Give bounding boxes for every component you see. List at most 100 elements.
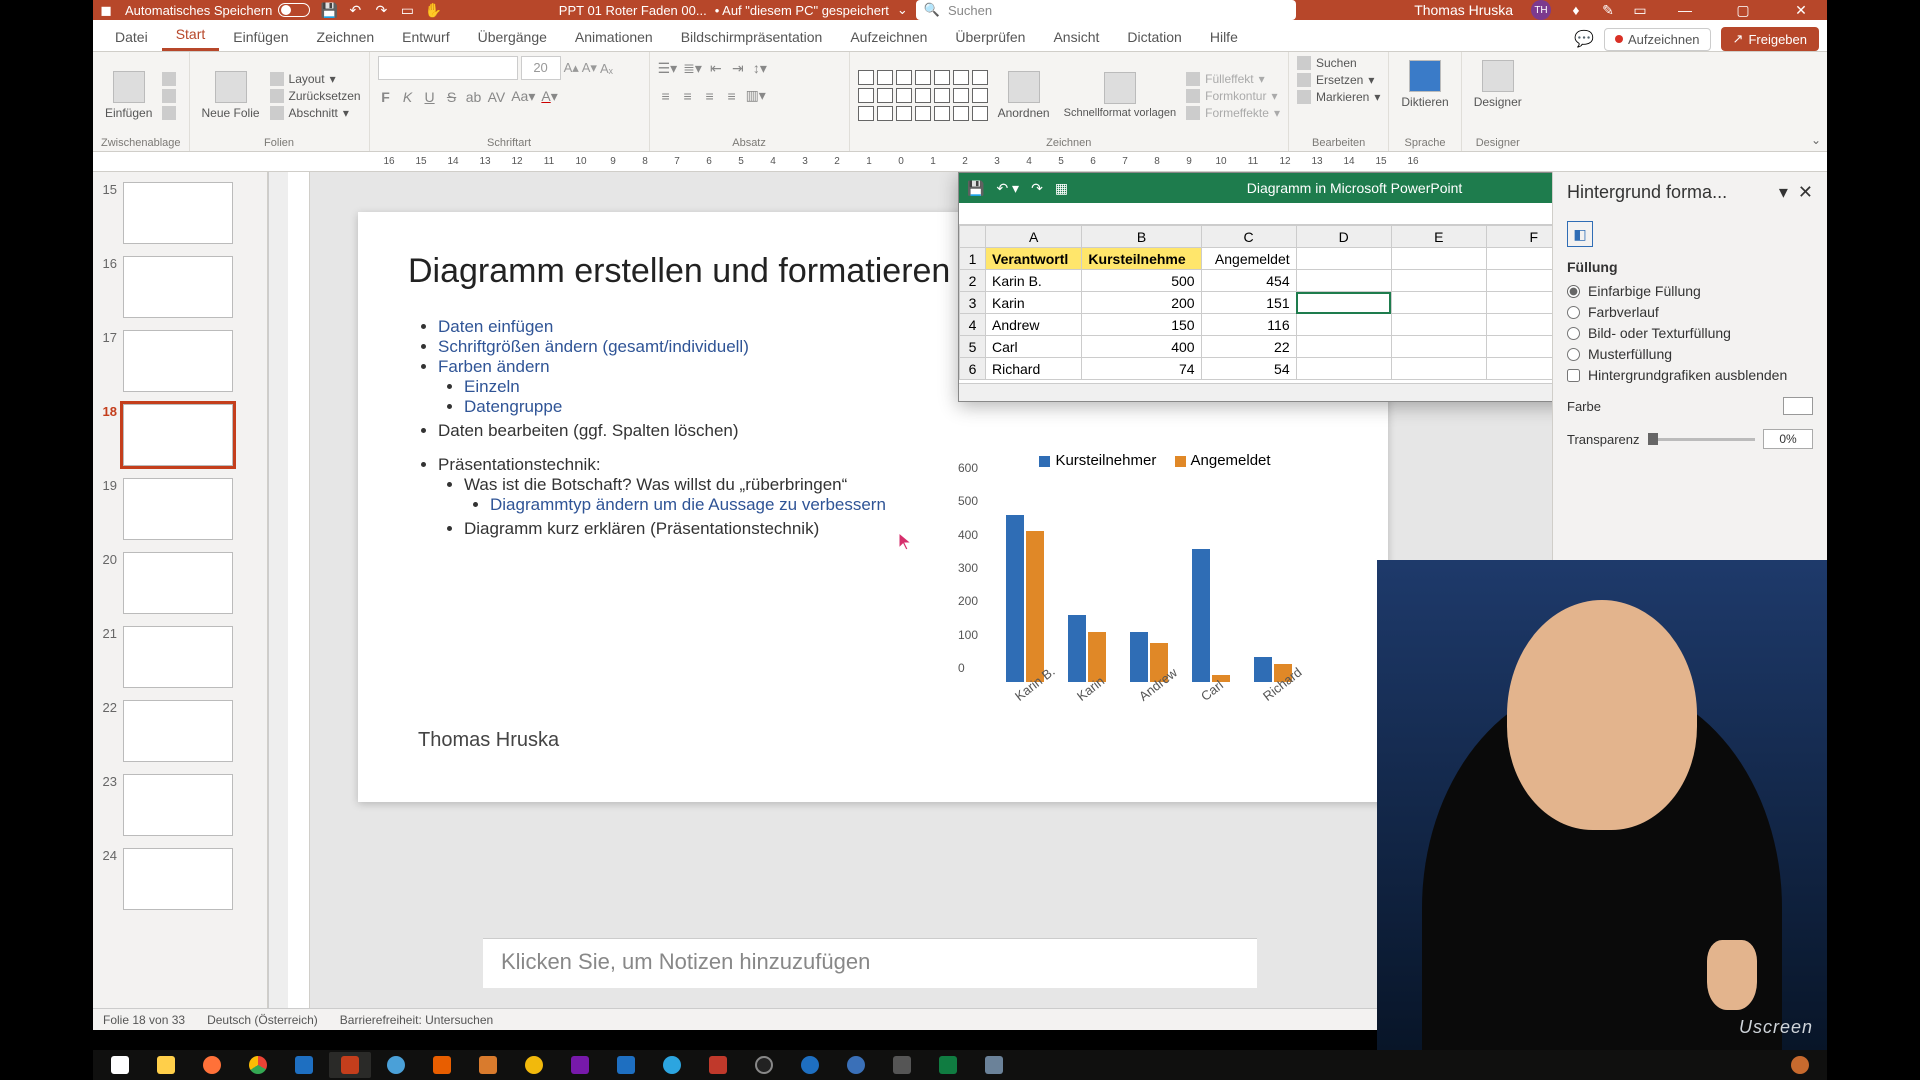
italic-button[interactable]: K — [400, 89, 416, 105]
align-left-button[interactable]: ≡ — [658, 88, 674, 104]
paint-bucket-icon[interactable]: ◧ — [1567, 221, 1593, 247]
vlc-icon[interactable] — [421, 1052, 463, 1078]
shape-effects-button[interactable]: Formeffekte ▾ — [1186, 106, 1280, 120]
tab-ansicht[interactable]: Ansicht — [1039, 23, 1113, 51]
thumb-slide-15[interactable]: 15 — [93, 178, 267, 252]
tab-aufzeichnen[interactable]: Aufzeichnen — [836, 23, 941, 51]
numbering-button[interactable]: ≣▾ — [683, 60, 702, 77]
tab-zeichnen[interactable]: Zeichnen — [303, 23, 389, 51]
minimize-button[interactable]: — — [1665, 0, 1705, 20]
app-icon-1[interactable] — [375, 1052, 417, 1078]
redo-icon[interactable]: ↷ — [374, 3, 388, 17]
indent-inc-button[interactable]: ⇥ — [730, 60, 746, 77]
section-button[interactable]: Abschnitt ▾ — [270, 106, 361, 120]
share-button[interactable]: ↗Freigeben — [1721, 27, 1819, 51]
font-size-input[interactable]: 20 — [521, 56, 561, 80]
present-icon[interactable]: ▭ — [400, 3, 414, 17]
thumb-slide-23[interactable]: 23 — [93, 770, 267, 844]
tab-entwurf[interactable]: Entwurf — [388, 23, 463, 51]
increase-font-icon[interactable]: A▴ — [564, 60, 579, 76]
color-picker[interactable] — [1783, 397, 1813, 415]
dw-hscroll[interactable] — [959, 383, 1552, 401]
tab-hilfe[interactable]: Hilfe — [1196, 23, 1252, 51]
user-name[interactable]: Thomas Hruska — [1414, 2, 1513, 18]
thumb-slide-16[interactable]: 16 — [93, 252, 267, 326]
tab-datei[interactable]: Datei — [101, 23, 162, 51]
touch-icon[interactable]: ✋ — [426, 3, 440, 17]
window-icon[interactable]: ▭ — [1633, 3, 1647, 17]
clear-format-icon[interactable]: Aₓ — [600, 61, 613, 76]
layout-button[interactable]: Layout ▾ — [270, 72, 361, 86]
language-status[interactable]: Deutsch (Österreich) — [207, 1013, 318, 1027]
app-icon-5[interactable] — [835, 1052, 877, 1078]
chrome-icon[interactable] — [237, 1052, 279, 1078]
maximize-button[interactable]: ▢ — [1723, 0, 1763, 20]
cut-button[interactable] — [162, 72, 176, 86]
reset-button[interactable]: Zurücksetzen — [270, 89, 361, 103]
thumb-slide-17[interactable]: 17 — [93, 326, 267, 400]
file-name[interactable]: PPT 01 Roter Faden 00... — [559, 3, 707, 18]
outlook-icon[interactable] — [283, 1052, 325, 1078]
onenote-icon[interactable] — [559, 1052, 601, 1078]
shape-outline-button[interactable]: Formkontur ▾ — [1186, 89, 1280, 103]
tab-animationen[interactable]: Animationen — [561, 23, 667, 51]
undo-icon[interactable]: ↶ — [348, 3, 362, 17]
excel-icon[interactable] — [927, 1052, 969, 1078]
bullets-button[interactable]: ☰▾ — [658, 60, 678, 77]
app-icon-k[interactable] — [697, 1052, 739, 1078]
tray-icon[interactable] — [1779, 1052, 1821, 1078]
replace-button[interactable]: Ersetzen ▾ — [1297, 73, 1380, 87]
notes-pane[interactable]: Klicken Sie, um Notizen hinzuzufügen — [483, 938, 1257, 988]
thumb-scrollbar[interactable] — [268, 172, 288, 1008]
font-color-button[interactable]: A▾ — [541, 88, 557, 105]
powerpoint-icon[interactable] — [329, 1052, 371, 1078]
pane-close-icon[interactable]: ✕ — [1798, 182, 1813, 202]
telegram-icon[interactable] — [651, 1052, 693, 1078]
radio-picture-fill[interactable]: Bild- oder Texturfüllung — [1567, 325, 1813, 341]
pen-icon[interactable]: ✎ — [1601, 3, 1615, 17]
app-icon-6[interactable] — [973, 1052, 1015, 1078]
record-button[interactable]: Aufzeichnen — [1604, 28, 1711, 51]
arrange-button[interactable]: Anordnen — [994, 67, 1054, 124]
copy-button[interactable] — [162, 89, 176, 103]
tab-ueberpruefen[interactable]: Überprüfen — [941, 23, 1039, 51]
align-justify-button[interactable]: ≡ — [724, 88, 740, 104]
columns-button[interactable]: ▥▾ — [746, 87, 766, 104]
case-button[interactable]: Aa▾ — [511, 88, 535, 105]
dw-redo-icon[interactable]: ↷ — [1031, 180, 1043, 197]
app-icon-3[interactable] — [513, 1052, 555, 1078]
paste-button[interactable]: Einfügen — [101, 67, 156, 124]
shape-fill-button[interactable]: Fülleffekt ▾ — [1186, 72, 1280, 86]
search-input[interactable]: 🔍 Suchen — [916, 0, 1296, 20]
radio-solid-fill[interactable]: Einfarbige Füllung — [1567, 283, 1813, 299]
chart[interactable]: Kursteilnehmer Angemeldet 01002003004005… — [948, 452, 1348, 742]
designer-button[interactable]: Designer — [1470, 56, 1526, 113]
obs-icon[interactable] — [743, 1052, 785, 1078]
tab-uebergaenge[interactable]: Übergänge — [464, 23, 561, 51]
tab-start[interactable]: Start — [162, 20, 220, 51]
align-right-button[interactable]: ≡ — [702, 88, 718, 104]
diamond-icon[interactable]: ♦ — [1569, 3, 1583, 17]
thumb-slide-22[interactable]: 22 — [93, 696, 267, 770]
radio-gradient-fill[interactable]: Farbverlauf — [1567, 304, 1813, 320]
chart-data-window[interactable]: 💾 ↶ ▾ ↷ ▦ Diagramm in Microsoft PowerPoi… — [958, 172, 1552, 402]
collapse-ribbon-icon[interactable]: ⌄ — [1811, 133, 1821, 147]
windows-taskbar[interactable] — [93, 1050, 1827, 1080]
bold-button[interactable]: F — [378, 89, 394, 105]
thumb-slide-18[interactable]: 18 — [93, 400, 267, 474]
app-icon-4[interactable] — [789, 1052, 831, 1078]
underline-button[interactable]: U — [422, 89, 438, 105]
decrease-font-icon[interactable]: A▾ — [582, 60, 597, 76]
comments-icon[interactable]: 💬 — [1574, 29, 1594, 49]
dw-formula-bar[interactable] — [959, 203, 1552, 225]
autosave-toggle[interactable]: Automatisches Speichern — [125, 3, 310, 18]
thumb-slide-19[interactable]: 19 — [93, 474, 267, 548]
chevron-down-icon[interactable]: ⌄ — [897, 2, 908, 18]
shapes-gallery[interactable] — [858, 70, 988, 121]
font-name-input[interactable] — [378, 56, 518, 80]
find-button[interactable]: Suchen — [1297, 56, 1380, 70]
settings-icon[interactable] — [881, 1052, 923, 1078]
app-icon-v[interactable] — [605, 1052, 647, 1078]
pane-menu-icon[interactable]: ▾ — [1779, 182, 1788, 202]
thumb-slide-21[interactable]: 21 — [93, 622, 267, 696]
